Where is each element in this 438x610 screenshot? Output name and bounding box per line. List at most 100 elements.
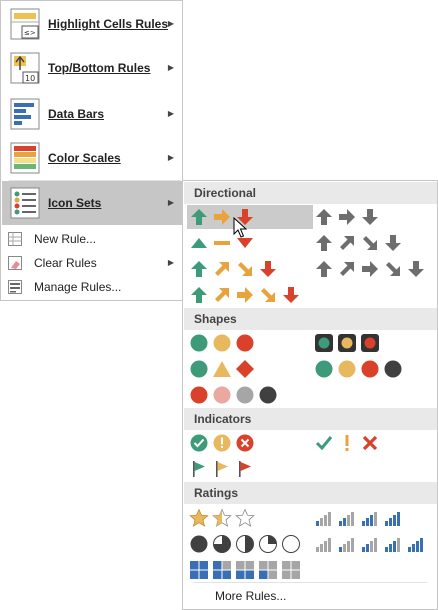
chevron-right-icon: ▶: [167, 63, 174, 72]
section-title: Indicators: [194, 412, 252, 426]
signal-4-bars-icon: [385, 512, 400, 526]
new-rule-icon: [8, 232, 22, 246]
signal-2-bars-icon: [362, 538, 377, 552]
more-rules-button[interactable]: More Rules...: [215, 587, 286, 605]
menu-item-clear-rules[interactable]: Clear Rules ▶: [2, 251, 182, 275]
check-circle-icon: [190, 434, 208, 452]
arrow-down-icon: [408, 261, 424, 277]
conditional-formatting-menu: ≤> Highlight Cells Rules ▶ 10 Top/Bottom…: [0, 0, 183, 301]
section-title: Ratings: [194, 486, 239, 500]
arrow-down-right-icon: [238, 262, 252, 276]
arrow-up-icon: [316, 261, 332, 277]
red-circle-icon: [190, 386, 208, 404]
chevron-right-icon: ▶: [167, 153, 174, 162]
arrow-up-right-icon: [215, 262, 229, 276]
signal-2-bars-icon: [339, 512, 354, 526]
icon-set-3-stars[interactable]: [189, 506, 255, 530]
menu-item-highlight-cells-rules[interactable]: ≤> Highlight Cells Rules ▶: [2, 2, 182, 46]
menu-item-label: Manage Rules...: [34, 280, 122, 294]
menu-item-label: New Rule...: [34, 232, 97, 246]
x-icon: [362, 435, 378, 451]
arrow-right-icon: [237, 287, 253, 303]
boxes-1-icon: [259, 561, 277, 579]
menu-item-label: Icon Sets: [48, 196, 102, 210]
chevron-right-icon: ▶: [167, 198, 174, 207]
arrow-down-icon: [362, 209, 378, 225]
menu-item-color-scales[interactable]: Color Scales ▶: [2, 136, 182, 180]
icon-set-3-symbols-uncircled[interactable]: [314, 431, 380, 455]
quarter-one-icon: [259, 535, 277, 553]
top-bottom-icon: 10: [10, 52, 40, 84]
boxes-0-icon: [282, 561, 300, 579]
yellow-triangle-icon: [213, 361, 231, 377]
arrow-up-icon: [191, 261, 207, 277]
icon-set-5-arrows-gray[interactable]: [314, 257, 426, 281]
green-circle-icon: [190, 360, 208, 378]
menu-item-data-bars[interactable]: Data Bars ▶: [2, 92, 182, 136]
check-icon: [315, 436, 333, 451]
icon-set-4-ratings[interactable]: [314, 506, 403, 530]
arrow-down-right-icon: [386, 262, 400, 276]
red-light-icon: [361, 334, 379, 352]
icon-set-3-traffic-lights-rimmed[interactable]: [314, 331, 380, 355]
star-full-icon: [189, 508, 209, 527]
boxes-4-icon: [190, 561, 208, 579]
menu-item-icon-sets[interactable]: Icon Sets ▶: [2, 181, 182, 225]
chevron-right-icon: ▶: [167, 109, 174, 118]
manage-rules-icon: [8, 280, 22, 294]
arrow-right-icon: [362, 261, 378, 277]
signal-1-bar-icon: [339, 538, 354, 552]
icon-set-4-traffic-lights[interactable]: [314, 357, 403, 381]
section-header-indicators: Indicators: [184, 408, 437, 430]
icon-set-5-quarters[interactable]: [189, 532, 301, 556]
arrow-right-icon: [214, 209, 230, 225]
icon-sets-submenu: Directional Shapes Indicators Ratings Mo…: [182, 180, 438, 610]
icon-set-5-boxes[interactable]: [189, 558, 301, 582]
arrow-up-icon: [191, 209, 207, 225]
gray-circle-icon: [236, 386, 254, 404]
icon-set-5-ratings[interactable]: [314, 532, 426, 556]
icon-set-3-signs[interactable]: [189, 357, 255, 381]
icon-set-3-traffic-lights-unrimmed[interactable]: [189, 331, 255, 355]
icon-set-red-to-black[interactable]: [189, 383, 278, 407]
arrow-down-icon: [260, 261, 276, 277]
icon-set-3-flags[interactable]: [189, 457, 255, 481]
icon-set-5-arrows-colored[interactable]: [189, 283, 301, 307]
quarter-empty-icon: [282, 535, 300, 553]
arrow-down-right-icon: [363, 236, 377, 250]
exclamation-icon: [345, 435, 349, 451]
arrow-up-right-icon: [215, 288, 229, 302]
svg-text:≤>: ≤>: [24, 29, 36, 37]
black-circle-icon: [384, 360, 402, 378]
icon-set-4-arrows-gray[interactable]: [314, 231, 403, 255]
green-light-icon: [315, 334, 333, 352]
arrow-up-icon: [191, 287, 207, 303]
green-flag-icon: [193, 461, 205, 477]
arrow-up-icon: [316, 235, 332, 251]
yellow-flag-icon: [216, 461, 228, 477]
menu-item-label: Color Scales: [48, 151, 121, 165]
icon-set-4-arrows-colored[interactable]: [189, 257, 278, 281]
arrow-right-icon: [339, 209, 355, 225]
red-diamond-icon: [236, 360, 254, 378]
arrow-down-icon: [385, 235, 401, 251]
icon-set-3-arrows-colored[interactable]: [187, 205, 313, 229]
menu-item-manage-rules[interactable]: Manage Rules...: [2, 275, 182, 299]
yellow-circle-icon: [213, 334, 231, 352]
quarter-full-icon: [190, 535, 208, 553]
menu-item-top-bottom-rules[interactable]: 10 Top/Bottom Rules ▶: [2, 46, 182, 90]
icon-set-3-arrows-gray[interactable]: [314, 205, 380, 229]
quarter-three-icon: [213, 535, 231, 553]
red-circle-icon: [236, 334, 254, 352]
mouse-pointer-icon: [233, 217, 247, 238]
menu-item-label: Data Bars: [48, 107, 105, 121]
boxes-2-icon: [236, 561, 254, 579]
menu-item-new-rule[interactable]: New Rule...: [2, 227, 182, 251]
signal-4-bars-icon: [408, 538, 423, 552]
section-header-directional: Directional: [184, 182, 437, 204]
section-header-shapes: Shapes: [184, 308, 437, 330]
chevron-right-icon: ▶: [167, 258, 174, 267]
clear-rules-icon: [8, 256, 22, 270]
icon-set-3-symbols-circled[interactable]: [189, 431, 255, 455]
signal-3-bars-icon: [385, 538, 400, 552]
